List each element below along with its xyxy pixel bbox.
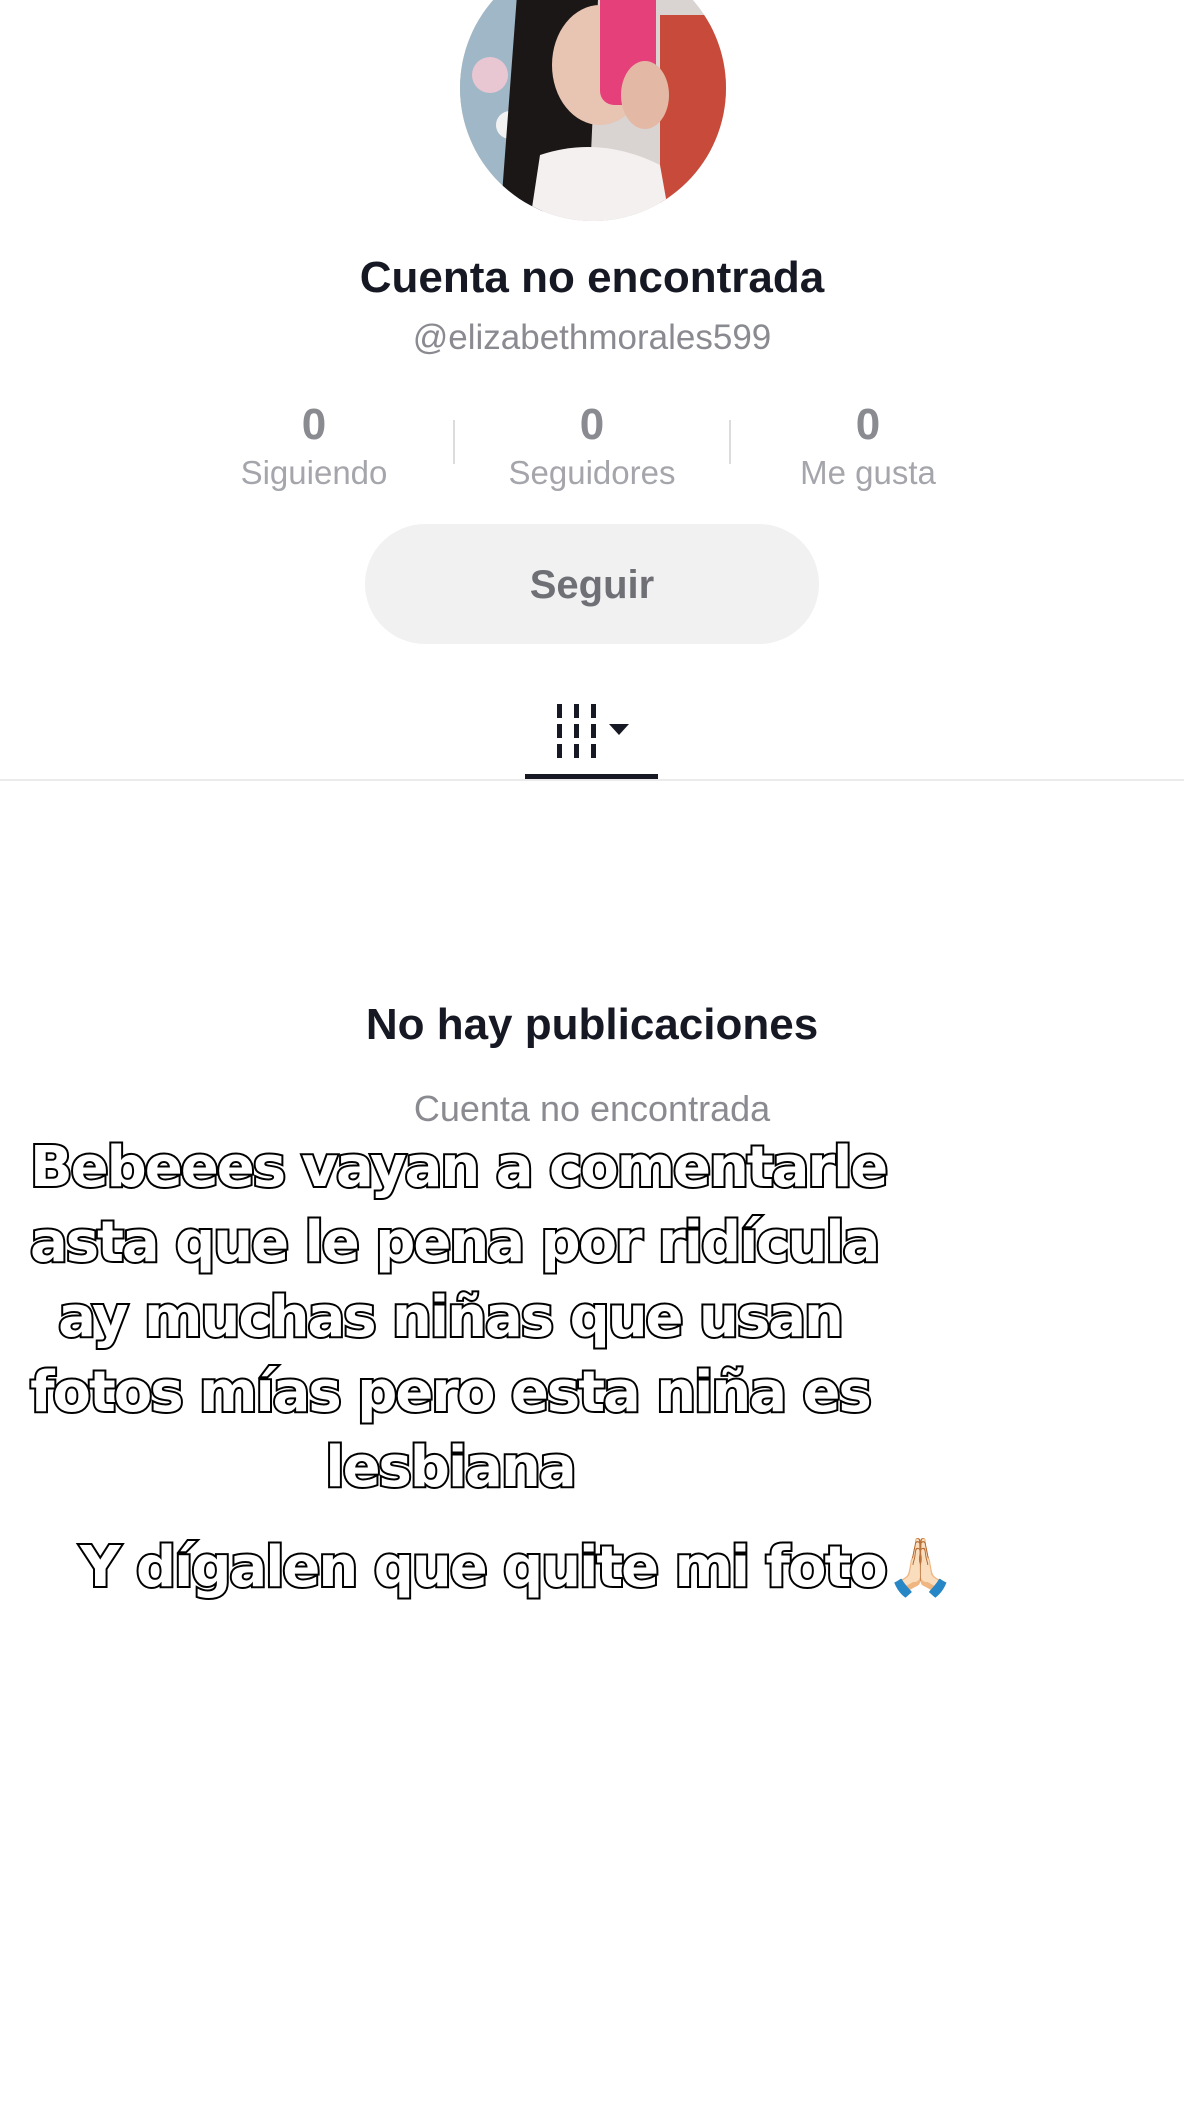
follow-button[interactable]: Seguir bbox=[365, 524, 819, 644]
tab-divider bbox=[0, 779, 1184, 781]
profile-avatar bbox=[460, 0, 726, 221]
stat-likes-count: 0 bbox=[855, 400, 881, 449]
overlay-caption-main: Bebeees vayan a comentarle asta que le p… bbox=[28, 1130, 890, 1505]
overlay-caption-text: Y dígalen que quite mi foto bbox=[78, 1533, 890, 1602]
stat-divider bbox=[453, 420, 455, 464]
tab-videos[interactable] bbox=[525, 690, 658, 780]
overlay-line: ay muchas niñas que usan bbox=[56, 1283, 846, 1352]
empty-state-subtitle: Cuenta no encontrada bbox=[413, 1088, 771, 1129]
stat-followers-count: 0 bbox=[579, 400, 605, 449]
profile-stats: 0 Siguiendo 0 Seguidores 0 Me gusta bbox=[0, 398, 1184, 498]
stat-following-label: Siguiendo bbox=[240, 454, 388, 491]
stat-following-count: 0 bbox=[301, 400, 327, 449]
caret-down-icon bbox=[609, 724, 629, 735]
stat-followers-label: Seguidores bbox=[508, 454, 676, 491]
overlay-caption-secondary: Y dígalen que quite mi foto🙏🏻 bbox=[78, 1530, 955, 1605]
stat-likes-label: Me gusta bbox=[800, 454, 936, 491]
profile-name: Cuenta no encontrada bbox=[359, 253, 825, 302]
overlay-line: asta que le pena por ridícula bbox=[28, 1208, 882, 1277]
overlay-line: lesbiana bbox=[323, 1433, 578, 1502]
stat-divider bbox=[729, 420, 731, 464]
overlay-line: fotos mías pero esta niña es bbox=[28, 1358, 874, 1427]
overlay-caption-line: Y dígalen que quite mi foto🙏🏻 bbox=[78, 1530, 955, 1605]
stat-following[interactable]: 0 Siguiendo bbox=[184, 398, 444, 494]
praying-hands-icon: 🙏🏻 bbox=[885, 1535, 956, 1600]
profile-handle: @elizabethmorales599 bbox=[412, 318, 772, 357]
overlay-line: Bebeees vayan a comentarle bbox=[28, 1133, 890, 1202]
stat-likes[interactable]: 0 Me gusta bbox=[738, 398, 998, 494]
empty-state-title: No hay publicaciones bbox=[365, 1000, 819, 1049]
stat-followers[interactable]: 0 Seguidores bbox=[462, 398, 722, 494]
videos-grid-icon bbox=[557, 704, 629, 758]
